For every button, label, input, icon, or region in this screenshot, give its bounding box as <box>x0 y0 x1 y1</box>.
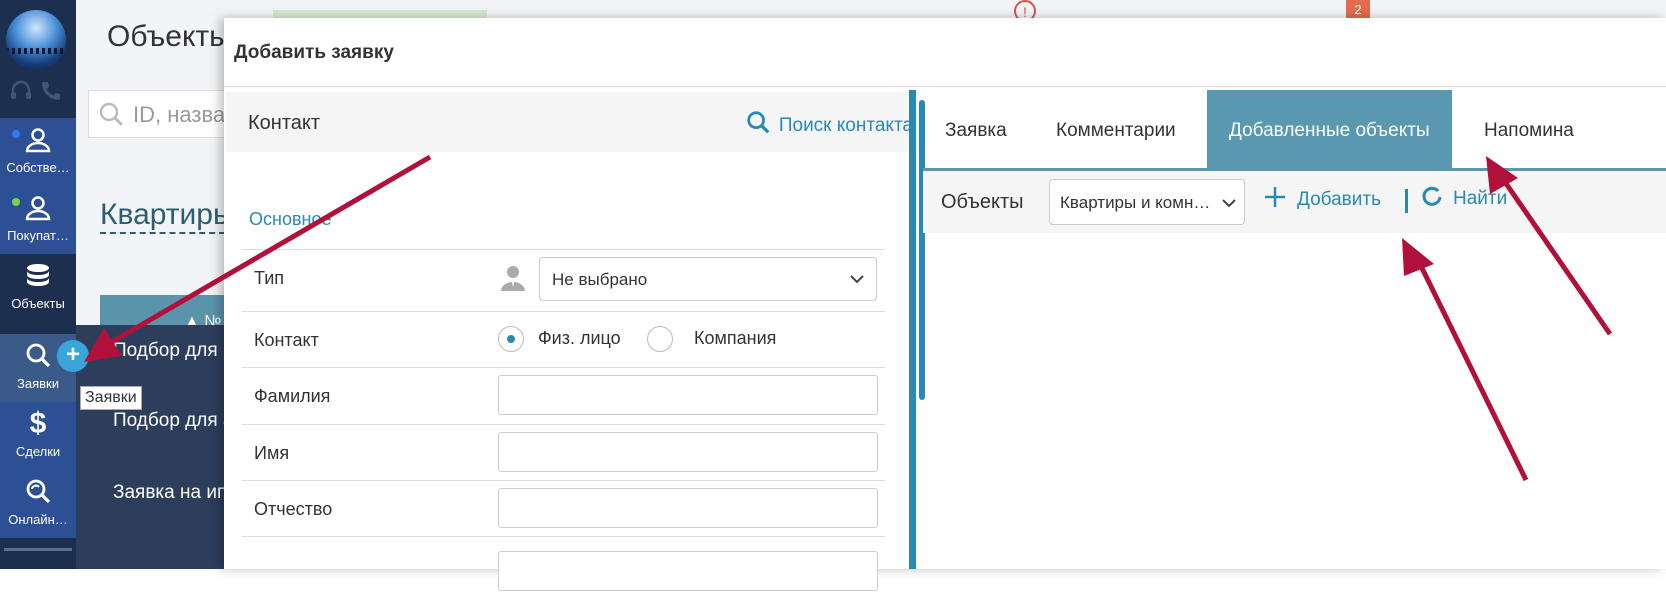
radio-company[interactable] <box>647 326 673 352</box>
form-row-contact-kind: Контакт Физ. лицо Компания <box>242 311 885 368</box>
find-object-button[interactable]: Найти <box>1421 185 1507 213</box>
search-icon <box>97 101 125 134</box>
contact-search-label: Поиск контакта <box>778 115 913 136</box>
form-row-patronymic: Отчество <box>242 480 885 537</box>
patronymic-label: Отчество <box>254 499 333 519</box>
form-row-lastname: Фамилия <box>242 367 885 424</box>
add-object-label: Добавить <box>1297 189 1381 210</box>
next-input[interactable] <box>498 551 878 591</box>
plus-icon <box>1263 185 1287 215</box>
add-request-button[interactable]: + <box>57 340 89 372</box>
form-row-firstname: Имя <box>242 424 885 481</box>
objects-toolbar: Объекты Квартиры и комн… Добавить Найти <box>923 171 1666 233</box>
refresh-icon <box>1421 185 1443 213</box>
radio-person-label[interactable]: Физ. лицо <box>538 328 621 349</box>
status-dot <box>12 130 20 138</box>
section-link[interactable]: Квартиры <box>100 198 235 234</box>
sidebar-item-buyers[interactable]: Покупат… <box>0 186 76 254</box>
phone-icon[interactable] <box>39 79 63 109</box>
sidebar-item-deals[interactable]: $ Сделки <box>0 402 76 470</box>
lastname-label: Фамилия <box>254 386 331 406</box>
sidebar-item-label: Собстве… <box>6 160 70 175</box>
patronymic-input[interactable] <box>498 488 878 528</box>
contact-header-title: Контакт <box>248 112 321 134</box>
search-refresh-icon <box>0 470 76 512</box>
tooltip: Заявки <box>80 386 142 410</box>
search-placeholder: ID, назва <box>133 102 226 127</box>
sidebar-item-label: Заявки <box>17 376 59 391</box>
object-type-select[interactable]: Квартиры и комн… <box>1049 179 1245 225</box>
firstname-input[interactable] <box>498 432 878 472</box>
form-row-next <box>242 536 885 593</box>
object-type-value: Квартиры и комн… <box>1060 193 1211 212</box>
add-request-modal: Добавить заявку Контакт Поиск контакта О… <box>224 18 1666 591</box>
left-sidebar: Собстве… Покупат… Объекты Заявки $ Сделк… <box>0 0 76 569</box>
list-item[interactable]: Заявка на ип <box>113 482 227 504</box>
contact-search-link[interactable]: Поиск контакта <box>745 110 913 142</box>
company-logo[interactable] <box>6 10 66 70</box>
phone-controls <box>6 80 66 108</box>
tab-reminders[interactable]: Напомина <box>1484 120 1574 142</box>
modal-divider <box>224 86 1666 87</box>
sidebar-item-label: Онлайн… <box>8 512 68 527</box>
person-icon <box>500 264 526 297</box>
sidebar-item-label: Покупат… <box>7 228 69 243</box>
user-icon <box>0 118 76 160</box>
section-basic[interactable]: Основное <box>249 209 331 230</box>
search-icon <box>745 110 771 142</box>
radio-person[interactable] <box>498 326 524 352</box>
dollar-icon: $ <box>29 407 47 440</box>
tab-added-objects[interactable]: Добавленные объекты <box>1207 90 1452 168</box>
type-label: Тип <box>254 268 285 288</box>
list-item[interactable]: Подбор для <box>113 340 218 362</box>
chevron-down-icon <box>1220 194 1238 217</box>
tab-request[interactable]: Заявка <box>945 120 1007 142</box>
sidebar-item-objects[interactable]: Объекты <box>0 254 76 322</box>
objects-pane: Заявка Комментарии Добавленные объекты Н… <box>923 90 1666 569</box>
objects-label: Объекты <box>941 191 1024 213</box>
firstname-label: Имя <box>254 443 290 463</box>
find-object-label: Найти <box>1453 188 1508 209</box>
database-icon <box>0 254 76 296</box>
contact-header: Контакт Поиск контакта <box>226 92 919 152</box>
sidebar-item-label: Сделки <box>15 444 61 459</box>
toolbar-separator <box>1405 189 1408 213</box>
contact-pane: Контакт Поиск контакта Основное Тип Не в… <box>224 90 919 591</box>
modal-title: Добавить заявку <box>234 42 394 63</box>
type-select[interactable]: Не выбрано <box>539 257 877 301</box>
sidebar-item-online[interactable]: Онлайн… <box>0 470 76 538</box>
add-object-button[interactable]: Добавить <box>1263 185 1381 215</box>
sidebar-item-label: Объекты <box>11 296 65 311</box>
status-dot <box>12 198 20 206</box>
headset-icon[interactable] <box>9 79 33 109</box>
notification-badge[interactable]: 2 <box>1346 0 1370 20</box>
sidebar-item-owners[interactable]: Собстве… <box>0 118 76 186</box>
radio-company-label[interactable]: Компания <box>694 328 776 349</box>
sidebar-divider <box>4 548 72 551</box>
type-select-value: Не выбрано <box>552 270 648 289</box>
lastname-input[interactable] <box>498 375 878 415</box>
tab-bar: Заявка Комментарии Добавленные объекты Н… <box>923 90 1666 171</box>
user-icon <box>0 186 76 228</box>
contact-kind-label: Контакт <box>254 330 319 350</box>
page-title: Объекты <box>107 20 231 53</box>
list-item[interactable]: Подбор для а <box>113 410 234 432</box>
form-row-type: Тип Не выбрано <box>242 249 885 312</box>
tab-comments[interactable]: Комментарии <box>1056 120 1176 142</box>
chevron-down-icon <box>848 270 866 293</box>
pane-divider[interactable] <box>909 90 916 569</box>
